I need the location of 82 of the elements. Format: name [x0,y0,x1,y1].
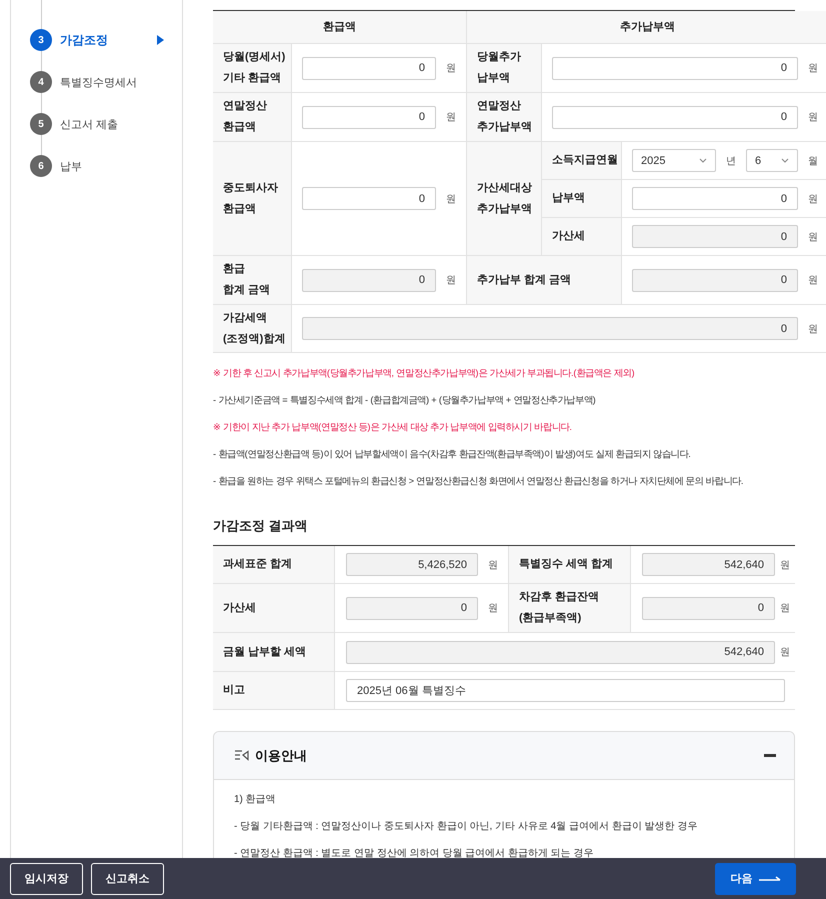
list-speaker-icon [235,750,249,761]
warning-note: ※ 기한이 지난 추가 납부액(연말정산 등)은 가산세 대상 추가 납부액에 입력하시기 바랍니다. [213,421,573,434]
note-text: - 환급을 원하는 경우 위택스 포털메뉴의 환급신청 > 연말정산환급신청 화면에서 연말정산 환급신청을 하거나 자치단체에 문의 바랍니다. [213,475,744,488]
unit-label: 원 [487,558,499,572]
step-label[interactable]: 가감조정 [60,32,108,48]
field-label: 추가납부 합계 금액 [477,272,572,288]
remark-field[interactable]: 2025년 06월 특별징수 [346,679,785,702]
unit-label: 원 [807,322,819,336]
step-label[interactable]: 납부 [60,158,82,174]
amount-field: 0 [302,317,798,340]
guide-text: - 연말정산 환급액 : 별도로 연말 정산에 의하여 당월 급여에서 환급하게 되는 경우 [234,847,594,861]
amount-field: 542,640 [346,640,775,664]
unit-label: 원 [445,274,457,287]
guide-text: - 당월 기타환급액 : 연말정산이나 중도퇴사자 환급이 아닌, 기타 사유로 4월 급여에서 환급이 발생한 경우 [234,820,698,834]
unit-label: 년 [726,154,736,168]
step-number[interactable]: 3 [30,29,52,51]
year-dropdown[interactable]: 2025 [632,149,716,172]
unit-label: 원 [807,274,819,287]
amount-field: 0 [632,225,798,248]
field-label: 소득지급연월 [552,153,618,168]
month-dropdown[interactable]: 6 [746,149,798,172]
field-label: 중도퇴사자 환급액 [223,180,278,216]
unit-label: 원 [779,602,791,615]
unit-label: 원 [445,192,457,206]
step-number[interactable]: 5 [30,113,52,135]
amount-field: 0 [346,596,478,620]
field-label: 환급 합계 금액 [223,262,270,298]
footer-button[interactable]: 신고취소 [91,862,164,894]
field-label: 금월 납부할 세액 [223,644,306,660]
note-text: - 가산세기준금액 = 특별징수세액 합계 - (환급합계금액) + (당월추가납부액 + 연말정산추가납부액) [213,394,596,407]
field-label: 비고 [223,683,245,698]
step-number[interactable]: 6 [30,155,52,177]
unit-label: 원 [779,558,791,572]
amount-field[interactable]: 0 [552,106,798,128]
field-label: 당월(명세서) 기타 환급액 [223,50,286,86]
field-label: 가산세 [552,229,585,244]
field-label: 특별징수 세액 합계 [519,557,614,572]
section-title: 가감조정 결과액 [213,517,309,535]
field-label: 연말정산 추가납부액 [477,99,532,135]
step-label[interactable]: 특별징수명세서 [60,74,137,90]
unit-label: 원 [807,230,819,244]
field-label: 가산세 [223,600,256,616]
field-label: 당월추가 납부액 [477,50,521,86]
unit-label: 원 [807,192,819,206]
unit-label: 월 [808,154,818,168]
field-label: 납부액 [552,191,585,206]
field-label: 차감후 환급잔액 (환급부족액) [519,590,600,626]
column-header: 추가납부액 [620,20,675,34]
step-number[interactable]: 4 [30,71,52,93]
panel-title: 이용안내 [255,746,308,764]
amount-field[interactable]: 0 [302,187,436,210]
amount-field[interactable]: 0 [552,56,798,80]
amount-field: 542,640 [642,553,775,576]
amount-field: 0 [642,596,775,620]
footer-button[interactable]: 임시저장 [10,862,83,894]
column-header: 환급액 [323,20,356,34]
unit-label: 원 [445,111,457,124]
collapse-icon[interactable] [764,754,776,757]
field-label: 과세표준 합계 [223,557,292,572]
field-label: 가감세액 (조정액)합계 [223,310,286,346]
unit-label: 원 [487,602,499,615]
amount-field[interactable]: 0 [302,106,436,128]
chevron-down-icon [781,158,789,163]
amount-field: 5,426,520 [346,553,478,576]
next-button[interactable]: 다음 [715,862,796,894]
triangle-right-icon [157,35,164,45]
amount-field: 0 [302,268,436,292]
warning-note: ※ 기한 후 신고시 추가납부액(당월추가납부액, 연말정산추가납부액)은 가산세가 부과됩니다.(환급액은 제외) [213,367,636,380]
unit-label: 원 [807,62,819,75]
field-label: 가산세대상 추가납부액 [477,180,532,216]
field-label: 연말정산 환급액 [223,99,267,135]
unit-label: 원 [807,111,819,124]
note-text: - 환급액(연말정산환급액 등)이 있어 납부할세액이 음수(차감후 환급잔액(환급부족액)이 발생)여도 실제 환급되지 않습니다. [213,448,692,461]
step-label[interactable]: 신고서 제출 [60,116,118,132]
guide-text: 1) 환급액 [234,793,277,807]
amount-field: 0 [632,268,798,292]
chevron-down-icon [699,158,707,163]
unit-label: 원 [779,646,791,659]
amount-field[interactable]: 0 [302,56,436,80]
amount-field[interactable]: 0 [632,187,798,210]
arrow-right-icon [758,876,780,882]
unit-label: 원 [445,62,457,75]
